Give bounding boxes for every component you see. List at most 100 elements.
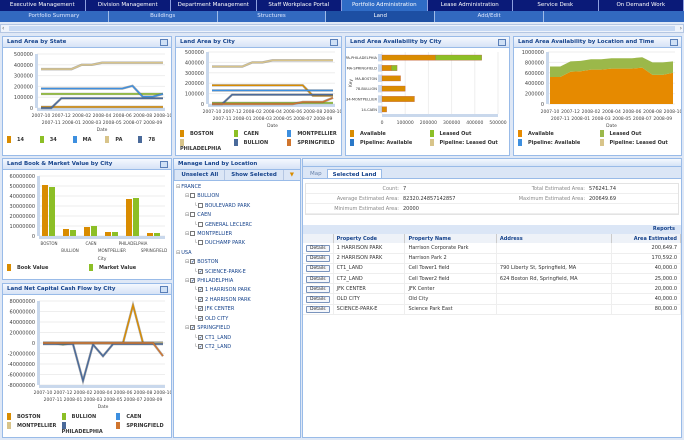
col-property-name[interactable]: Property Name — [404, 234, 497, 243]
scroll-left-icon[interactable]: ‹ — [2, 25, 4, 32]
legend-item[interactable]: SPRINGFIELD — [116, 422, 167, 435]
expand-icon[interactable]: └ — [194, 316, 197, 322]
legend-item[interactable]: Book Value — [7, 264, 85, 271]
tab-map[interactable]: Map — [305, 169, 327, 178]
legend-item[interactable]: CAEN — [116, 413, 167, 420]
legend-item[interactable]: 34 — [39, 136, 69, 143]
subnav-tab[interactable]: Structures — [218, 11, 327, 22]
checkbox[interactable]: ✔ — [190, 278, 196, 284]
checkbox[interactable]: ✔ — [198, 334, 204, 340]
table-row[interactable]: Details CT1_LAND Cell Tower1 field 790 Libe… — [303, 263, 681, 275]
checkbox[interactable]: ✔ — [198, 315, 204, 321]
checkbox[interactable]: ✔ — [198, 306, 204, 312]
nav-tab[interactable]: Portfolio Administration — [342, 0, 428, 11]
subnav-tab[interactable]: Land — [326, 11, 436, 22]
expand-icon[interactable]: └ — [194, 240, 197, 246]
legend-item[interactable]: Available — [518, 130, 596, 137]
reports-button[interactable]: Reports — [303, 225, 681, 234]
maximize-icon[interactable] — [160, 39, 168, 46]
nav-tab[interactable]: Division Management — [86, 0, 171, 11]
expand-icon[interactable]: ⊟ — [185, 259, 189, 265]
legend-item[interactable]: Leased Out — [599, 130, 678, 137]
legend-item[interactable]: 78 — [138, 136, 167, 143]
subnav-tab[interactable]: Buildings — [109, 11, 218, 22]
checkbox[interactable]: ✔ — [190, 325, 196, 331]
tree-node[interactable]: ⊟ MONTPELLIER — [176, 230, 298, 239]
legend-item[interactable]: Pipeline: Leased Out — [599, 139, 678, 146]
table-row[interactable]: Details CT2_LAND Cell Tower2 field 624 Bost… — [303, 273, 681, 285]
tree-node[interactable]: └ BOULEVARD PARK — [176, 202, 298, 211]
legend-item[interactable]: Pipeline: Available — [518, 139, 596, 146]
legend-item[interactable]: 14 — [7, 136, 36, 143]
nav-tab[interactable]: On Demand Work — [599, 0, 684, 11]
checkbox[interactable] — [198, 202, 204, 208]
tree-node[interactable]: └ ✔ SCIENCE-PARK-E — [176, 268, 298, 277]
table-row[interactable]: Details JFK CENTER JFK Center 20,000.0 — [303, 283, 681, 295]
legend-item[interactable]: Market Value — [89, 264, 167, 271]
filter-icon[interactable]: ▼ — [282, 170, 300, 180]
legend-item[interactable]: BOSTON — [7, 413, 58, 420]
expand-icon[interactable]: └ — [194, 287, 197, 293]
legend-item[interactable]: BOSTON — [180, 130, 230, 137]
legend-item[interactable]: MA — [72, 136, 102, 143]
tree-node[interactable]: └ ✔ CT1_LAND — [176, 334, 298, 343]
nav-tab[interactable]: Executive Management — [0, 0, 86, 11]
tree-node[interactable]: └ GENERAL LECLERC — [176, 221, 298, 230]
expand-icon[interactable]: ⊟ — [185, 325, 189, 331]
tree-node[interactable]: ⊟USA — [176, 249, 298, 258]
legend-item[interactable]: PHILADELPHIA — [180, 139, 230, 152]
tree-node[interactable]: ⊟FRANCE — [176, 183, 298, 192]
tree-node[interactable]: ⊟ CAEN — [176, 211, 298, 220]
maximize-icon[interactable] — [160, 286, 168, 293]
details-button[interactable]: Details — [306, 244, 330, 252]
maximize-icon[interactable] — [498, 39, 506, 46]
expand-icon[interactable]: └ — [194, 306, 197, 312]
legend-item[interactable]: PA — [105, 136, 134, 143]
maximize-icon[interactable] — [330, 39, 338, 46]
tree-node[interactable]: ⊟ ✔ BOSTON — [176, 258, 298, 267]
maximize-icon[interactable] — [670, 39, 678, 46]
table-row[interactable]: Details OLD CITY Old City 40,000.0 — [303, 293, 681, 305]
subnav-tab[interactable]: Portfolio Summary — [0, 11, 109, 22]
legend-item[interactable]: CAEN — [233, 130, 284, 137]
expand-icon[interactable]: └ — [194, 269, 197, 275]
expand-icon[interactable]: └ — [194, 297, 197, 303]
checkbox[interactable]: ✔ — [198, 296, 204, 302]
legend-item[interactable]: Pipeline: Available — [350, 139, 426, 146]
nav-tab[interactable]: Staff Workplace Portal — [257, 0, 342, 11]
expand-icon[interactable]: ⊟ — [185, 278, 189, 284]
table-row[interactable]: Details 2 HARRISON PARK Harrison Park 2 170… — [303, 253, 681, 264]
tree-node[interactable]: └ ✔ JFK CENTER — [176, 305, 298, 314]
checkbox[interactable]: ✔ — [198, 287, 204, 293]
details-button[interactable]: Details — [306, 296, 330, 304]
checkbox[interactable] — [198, 240, 204, 246]
checkbox[interactable] — [190, 231, 196, 237]
show-selected-button[interactable]: Show Selected — [224, 170, 283, 180]
details-button[interactable]: Details — [306, 285, 330, 293]
expand-icon[interactable]: ⊟ — [185, 212, 189, 218]
tree-node[interactable]: └ ✔ 2 HARRISON PARK — [176, 296, 298, 305]
legend-item[interactable]: Pipeline: Leased Out — [429, 139, 506, 146]
expand-icon[interactable]: └ — [194, 222, 197, 228]
horizontal-scrollbar[interactable]: ‹ › — [0, 24, 684, 33]
details-button[interactable]: Details — [306, 265, 330, 273]
col-address[interactable]: Address — [496, 234, 613, 243]
scroll-right-icon[interactable]: › — [680, 25, 682, 32]
nav-tab[interactable]: Department Management — [171, 0, 257, 11]
checkbox[interactable]: ✔ — [190, 259, 196, 265]
tab-selected-land[interactable]: Selected Land — [326, 169, 383, 178]
unselect-all-button[interactable]: Unselect All — [174, 170, 224, 180]
legend-item[interactable]: BULLION — [61, 413, 113, 420]
col-property-code[interactable]: Property Code — [333, 234, 406, 243]
legend-item[interactable]: MONTPELLIER — [287, 130, 337, 137]
tree-node[interactable]: └ DUCHAMP PARK — [176, 239, 298, 248]
col-area-estimated[interactable]: Area Estimated — [611, 234, 681, 243]
expand-icon[interactable]: ⊟ — [185, 193, 189, 199]
checkbox[interactable] — [190, 212, 196, 218]
expand-icon[interactable]: ⊟ — [185, 231, 189, 237]
subnav-tab[interactable]: Add/Edit — [435, 11, 544, 22]
scroll-thumb[interactable] — [9, 26, 675, 31]
nav-tab[interactable]: Lease Administration — [428, 0, 513, 11]
tree-node[interactable]: └ ✔ 1 HARRISON PARK — [176, 286, 298, 295]
maximize-icon[interactable] — [160, 161, 168, 168]
